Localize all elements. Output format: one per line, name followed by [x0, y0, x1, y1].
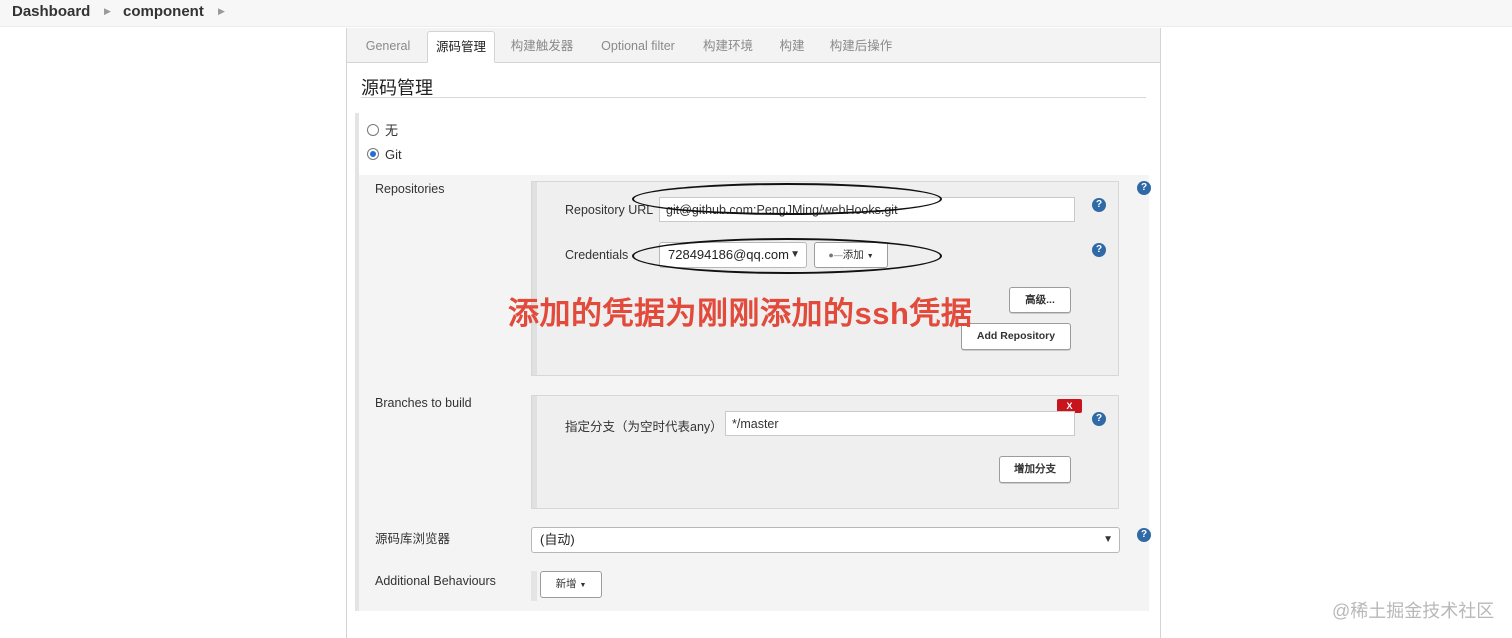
tab-source-control[interactable]: 源码管理 — [427, 31, 495, 63]
breadcrumb-dashboard[interactable]: Dashboard — [12, 3, 90, 20]
repository-box-stripe — [532, 182, 537, 375]
branch-spec-input[interactable]: */master — [725, 411, 1075, 436]
repo-browser-help-icon[interactable]: ? — [1137, 528, 1151, 542]
repository-url-label: Repository URL — [565, 203, 654, 217]
tab-optional-filter[interactable]: Optional filter — [591, 31, 685, 61]
breadcrumb-separator-icon[interactable]: ▶ — [104, 6, 111, 17]
radio-none[interactable]: 无 — [367, 120, 398, 139]
watermark: @稀土掘金技术社区 — [1332, 601, 1495, 621]
radio-none-button[interactable] — [367, 124, 379, 136]
tab-build-environment[interactable]: 构建环境 — [695, 31, 761, 61]
tab-general[interactable]: General — [357, 31, 419, 61]
branch-spec-label: 指定分支（为空时代表any） — [565, 420, 723, 434]
branch-spec-help-icon[interactable]: ? — [1092, 412, 1106, 426]
credentials-label: Credentials — [565, 248, 629, 262]
chevron-down-icon: ▼ — [1103, 534, 1113, 545]
repositories-help-icon[interactable]: ? — [1137, 181, 1151, 195]
breadcrumb: Dashboard ▶ component ▶ — [0, 0, 1512, 27]
add-branch-button[interactable]: 增加分支 — [999, 456, 1071, 483]
annotation-ellipse-url — [632, 183, 942, 215]
section-divider — [361, 97, 1146, 98]
repo-browser-label: 源码库浏览器 — [375, 532, 451, 546]
advanced-button[interactable]: 高级... — [1009, 287, 1071, 313]
repo-browser-select[interactable]: (自动) ▼ — [531, 527, 1120, 553]
add-behaviour-button[interactable]: 新增 ▼ — [540, 571, 602, 598]
repo-browser-select-value: (自动) — [540, 532, 575, 547]
breadcrumb-component[interactable]: component — [123, 3, 204, 20]
dropdown-caret-icon: ▼ — [579, 582, 587, 589]
radio-none-label: 无 — [385, 123, 399, 138]
branch-box-stripe — [532, 396, 537, 508]
add-behaviour-label: 新增 — [555, 578, 577, 590]
behaviours-indent-bar — [531, 571, 537, 601]
tab-bar: General 源码管理 构建触发器 Optional filter 构建环境 … — [347, 28, 1160, 63]
breadcrumb-separator-icon[interactable]: ▶ — [218, 6, 225, 17]
tab-post-build[interactable]: 构建后操作 — [823, 31, 899, 61]
radio-git-label: Git — [385, 147, 402, 162]
additional-behaviours-label: Additional Behaviours — [375, 574, 496, 588]
repositories-label: Repositories — [375, 182, 445, 196]
add-repository-button[interactable]: Add Repository — [961, 323, 1071, 350]
radio-git[interactable]: Git — [367, 147, 402, 162]
tab-build-triggers[interactable]: 构建触发器 — [503, 31, 581, 61]
tab-build[interactable]: 构建 — [771, 31, 813, 61]
annotation-text: 添加的凭据为刚刚添加的ssh凭据 — [508, 296, 973, 331]
config-panel: General 源码管理 构建触发器 Optional filter 构建环境 … — [346, 28, 1161, 638]
repository-url-help-icon[interactable]: ? — [1092, 198, 1106, 212]
credentials-help-icon[interactable]: ? — [1092, 243, 1106, 257]
branches-label: Branches to build — [375, 396, 472, 410]
radio-git-button[interactable] — [367, 148, 379, 160]
annotation-ellipse-credentials — [632, 238, 942, 274]
